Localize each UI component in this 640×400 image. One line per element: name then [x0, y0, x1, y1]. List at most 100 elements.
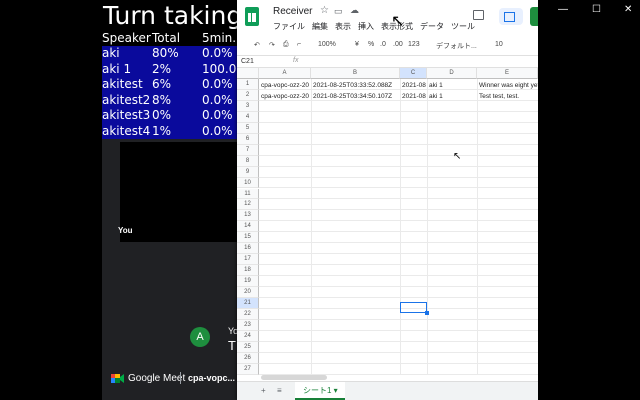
row-line	[259, 309, 538, 320]
speaker-total: 8%	[152, 92, 172, 107]
name-box[interactable]: C21	[241, 58, 254, 65]
speaker-name: akitest3	[102, 108, 151, 122]
increase-decimal-button[interactable]: .00	[393, 41, 403, 48]
speaker-name: aki	[102, 46, 120, 60]
row-line	[259, 101, 538, 112]
row-line	[259, 243, 538, 255]
minimize-icon[interactable]: —	[558, 4, 568, 15]
menu-insert[interactable]: 挿入	[358, 22, 374, 31]
column-header[interactable]: C	[400, 68, 427, 79]
menu-edit[interactable]: 編集	[312, 22, 328, 31]
number-format-select[interactable]: 123	[408, 41, 420, 48]
row-header[interactable]: 15	[237, 232, 259, 244]
row-header[interactable]: 3	[237, 100, 259, 112]
self-video-tile[interactable]	[120, 142, 238, 242]
menu-data[interactable]: データ	[420, 22, 444, 31]
row-header[interactable]: 11	[237, 188, 259, 200]
row-header[interactable]: 5	[237, 122, 259, 134]
print-icon[interactable]: ⎙	[283, 41, 289, 49]
selected-cell-c21[interactable]	[400, 302, 429, 315]
row-line	[259, 232, 538, 244]
row-header[interactable]: 12	[237, 199, 259, 211]
row-header[interactable]: 9	[237, 166, 259, 178]
undo-icon[interactable]: ↶	[254, 41, 260, 49]
row-header[interactable]: 1	[237, 79, 259, 90]
row-header[interactable]: 20	[237, 287, 259, 298]
sheet-tab[interactable]: シート1 ▾	[295, 382, 345, 400]
speaker-total: 6%	[152, 77, 172, 91]
turn-taking-table: aki 80% 0.0% aki 1 2% 100.0% akitest 6% 0.0% a…	[102, 46, 248, 140]
column-header[interactable]: D	[427, 68, 477, 79]
add-sheet-button[interactable]: +	[261, 386, 266, 395]
speaker-name: akitest2	[102, 92, 151, 107]
maximize-icon[interactable]: ☐	[592, 4, 601, 15]
row-header[interactable]: 22	[237, 308, 259, 320]
corner-header[interactable]	[237, 68, 259, 79]
row-header[interactable]: 13	[237, 210, 259, 222]
row-line	[259, 320, 538, 331]
row-header[interactable]: 23	[237, 319, 259, 331]
row-header[interactable]: 14	[237, 221, 259, 233]
present-icon[interactable]	[499, 8, 523, 25]
row-line	[259, 287, 538, 298]
row-header[interactable]: 6	[237, 133, 259, 145]
horizontal-scrollbar[interactable]	[261, 375, 327, 380]
row-line	[259, 178, 538, 189]
redo-icon[interactable]: ↷	[269, 41, 275, 49]
share-button[interactable]	[530, 7, 538, 26]
menu-bar: ファイル 編集 表示 挿入 表示形式 データ ツール	[273, 21, 482, 32]
row-header[interactable]: 10	[237, 177, 259, 189]
turn-taking-header: Speaker Total 5min.	[102, 31, 238, 46]
row-header[interactable]: 27	[237, 363, 259, 375]
percent-button[interactable]: %	[368, 41, 374, 48]
row-header[interactable]: 16	[237, 243, 259, 255]
menu-file[interactable]: ファイル	[273, 22, 305, 31]
column-header[interactable]: E	[477, 68, 538, 79]
avatar: A	[190, 327, 210, 347]
decrease-decimal-button[interactable]: .0	[380, 41, 386, 48]
row-line	[259, 265, 538, 277]
header-5min: 5min.	[202, 31, 237, 45]
font-size-select[interactable]: 10	[495, 41, 503, 48]
document-title[interactable]: Receiver	[273, 6, 312, 17]
row-line	[259, 221, 538, 233]
star-icon[interactable]: ☆	[320, 5, 329, 16]
row-header[interactable]: 19	[237, 276, 259, 288]
table-row: akitest2 8% 0.0%	[102, 93, 238, 109]
row-header[interactable]: 24	[237, 330, 259, 342]
all-sheets-button[interactable]: ≡	[277, 386, 282, 395]
folder-icon[interactable]: ▭	[334, 6, 343, 17]
sheets-logo-icon[interactable]	[245, 7, 259, 26]
row-header[interactable]: 8	[237, 155, 259, 167]
row-header[interactable]: 18	[237, 265, 259, 277]
paint-format-icon[interactable]: ⌐	[297, 41, 301, 48]
zoom-select[interactable]: 100%	[318, 41, 336, 48]
sheets-window: Receiver ☆ ▭ ☁ ファイル 編集 表示 挿入 表示形式 データ ツール ↖ ↶ …	[237, 0, 538, 400]
mouse-cursor-icon: ↖	[453, 151, 462, 162]
tile-label: You	[118, 226, 133, 235]
formula-bar: C21 fx	[237, 55, 538, 68]
row-header[interactable]: 26	[237, 352, 259, 364]
speaker-total: 80%	[152, 46, 179, 60]
header-speaker: Speaker	[102, 31, 151, 45]
menu-view[interactable]: 表示	[335, 22, 351, 31]
row-header[interactable]: 25	[237, 341, 259, 353]
table-row: aki 80% 0.0%	[102, 46, 238, 62]
font-select[interactable]: デフォルト...	[436, 41, 477, 51]
column-header[interactable]: A	[259, 68, 311, 79]
row-header[interactable]: 4	[237, 111, 259, 123]
close-icon[interactable]: ✕	[624, 4, 632, 15]
table-row: akitest4 1% 0.0%	[102, 124, 238, 140]
mouse-cursor-icon: ↖	[391, 13, 405, 30]
row-header[interactable]: 7	[237, 144, 259, 156]
row-line	[259, 134, 538, 145]
row-header[interactable]: 21	[237, 298, 259, 309]
speaker-recent: 0.0%	[202, 46, 233, 60]
comment-icon[interactable]	[473, 10, 484, 20]
menu-tools[interactable]: ツール	[451, 22, 475, 31]
cloud-icon[interactable]: ☁	[350, 5, 359, 16]
row-header[interactable]: 17	[237, 254, 259, 266]
column-header[interactable]: B	[311, 68, 400, 79]
row-header[interactable]: 2	[237, 89, 259, 101]
currency-button[interactable]: ¥	[355, 41, 359, 48]
